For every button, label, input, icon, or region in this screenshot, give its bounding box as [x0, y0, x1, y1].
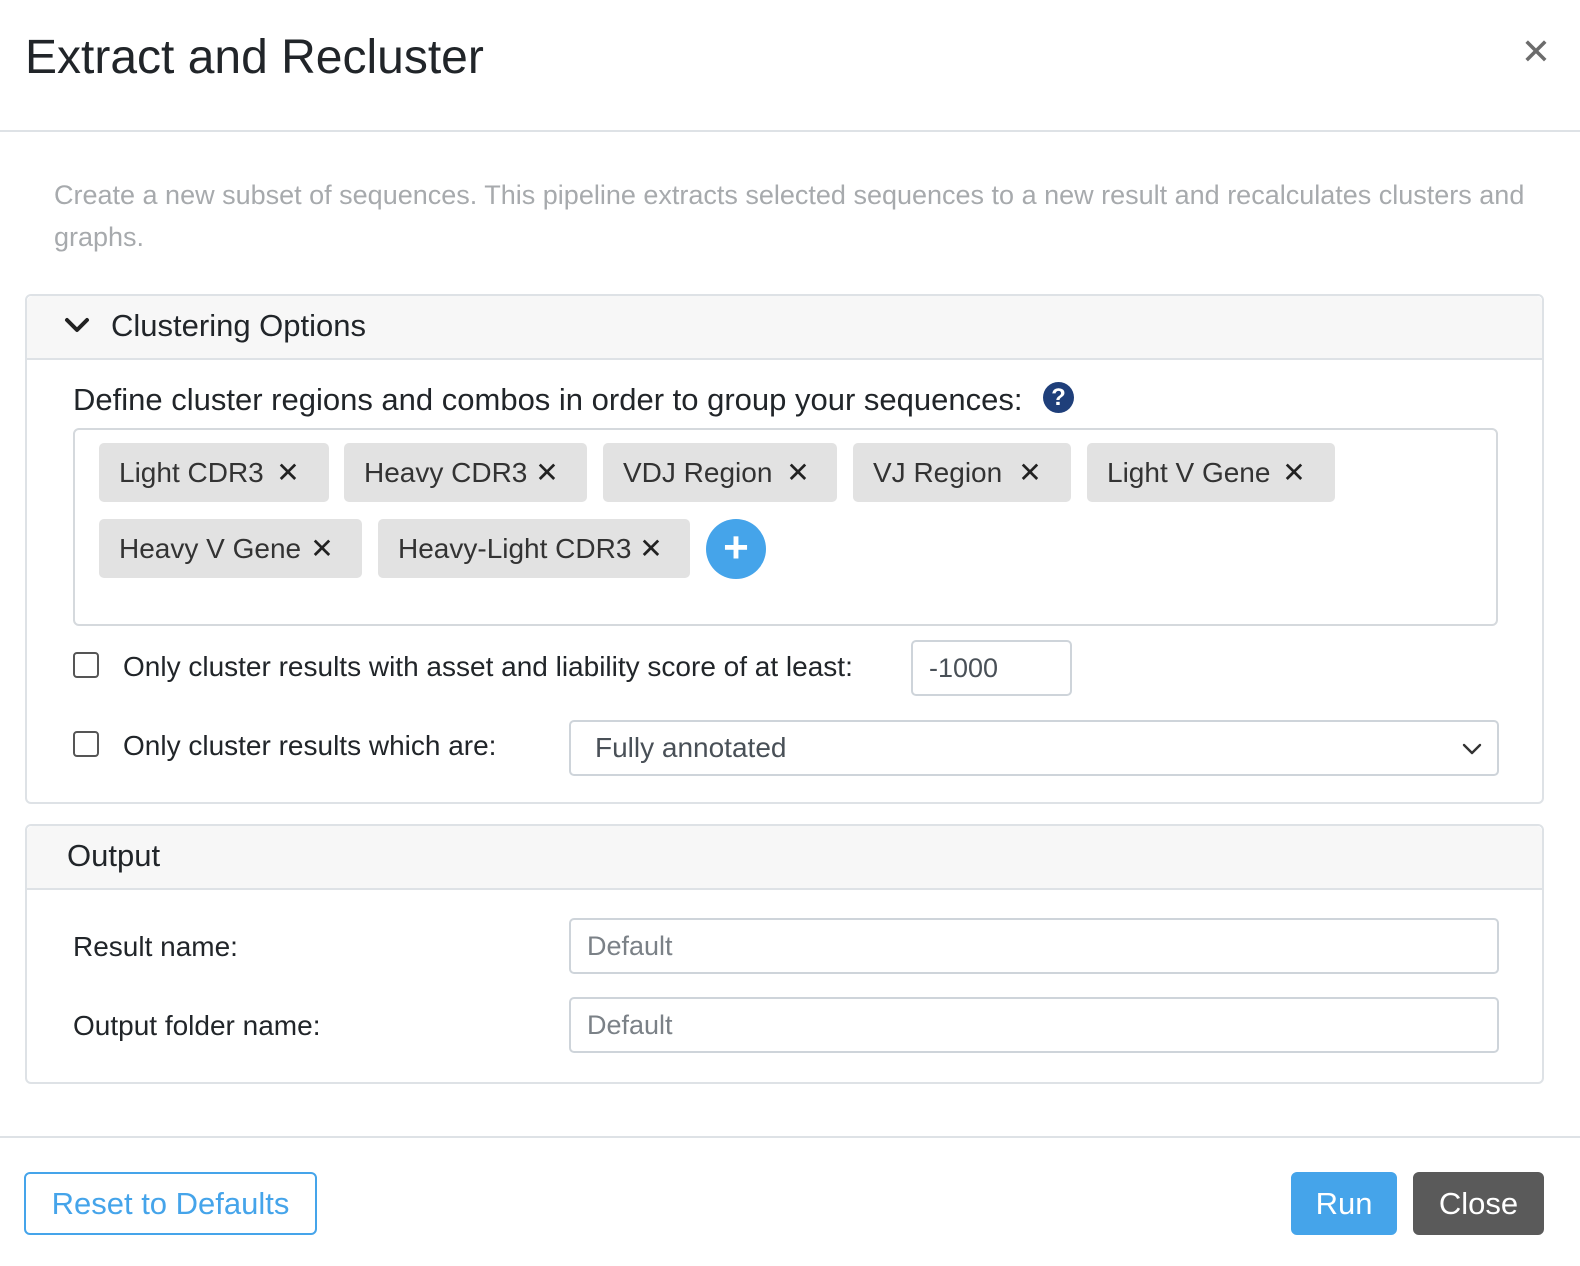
- chevron-down-icon: [1462, 743, 1482, 755]
- dialog-description: Create a new subset of sequences. This p…: [54, 180, 1525, 252]
- remove-tag-icon[interactable]: ✕: [1015, 443, 1045, 502]
- score-filter-checkbox[interactable]: [73, 652, 99, 678]
- question-circle-icon[interactable]: ?: [1043, 382, 1074, 413]
- annotation-status-select[interactable]: Fully annotated: [569, 720, 1499, 776]
- tag-label: Light CDR3: [119, 457, 264, 488]
- tag-label: Heavy CDR3: [364, 457, 528, 488]
- output-title: Output: [67, 838, 161, 873]
- tag-heavy-v-gene: Heavy V Gene ✕: [99, 519, 362, 578]
- define-cluster-label: Define cluster regions and combos in ord…: [73, 382, 1023, 417]
- output-folder-input[interactable]: [569, 997, 1499, 1053]
- cluster-tag-box[interactable]: Light CDR3 ✕ Heavy CDR3 ✕ VDJ Region ✕ V…: [73, 428, 1498, 626]
- output-panel: Output Result name: Output folder name:: [25, 824, 1544, 1084]
- close-button[interactable]: Close: [1413, 1172, 1544, 1235]
- reset-to-defaults-button[interactable]: Reset to Defaults: [24, 1172, 317, 1235]
- tag-vdj-region: VDJ Region ✕: [603, 443, 837, 502]
- dialog-title: Extract and Recluster: [25, 31, 484, 84]
- extract-recluster-dialog: Extract and Recluster ✕ Create a new sub…: [0, 0, 1580, 1266]
- close-icon[interactable]: ✕: [1514, 30, 1558, 74]
- result-name-input[interactable]: [569, 918, 1499, 974]
- tag-heavy-cdr3: Heavy CDR3 ✕: [344, 443, 587, 502]
- score-filter-label: Only cluster results with asset and liab…: [123, 651, 853, 682]
- tag-label: VJ Region: [873, 457, 1003, 488]
- tag-heavy-light-cdr3: Heavy-Light CDR3 ✕: [378, 519, 690, 578]
- clustering-options-title: Clustering Options: [111, 308, 367, 343]
- annotation-filter-label: Only cluster results which are:: [123, 730, 497, 761]
- tag-vj-region: VJ Region ✕: [853, 443, 1071, 502]
- tag-label: VDJ Region: [623, 457, 773, 488]
- remove-tag-icon[interactable]: ✕: [532, 443, 562, 502]
- output-folder-label: Output folder name:: [73, 1010, 321, 1041]
- clustering-options-header[interactable]: Clustering Options: [27, 296, 1542, 360]
- dialog-header: Extract and Recluster ✕: [0, 0, 1580, 132]
- output-header: Output: [27, 826, 1542, 890]
- chevron-down-icon[interactable]: [61, 310, 93, 342]
- tag-label: Heavy V Gene: [119, 533, 302, 564]
- dialog-footer: Reset to Defaults Run Close: [0, 1136, 1580, 1266]
- score-threshold-input[interactable]: -1000: [911, 640, 1072, 696]
- tag-label: Heavy-Light CDR3: [398, 533, 632, 564]
- remove-tag-icon[interactable]: ✕: [1279, 443, 1309, 502]
- remove-tag-icon[interactable]: ✕: [636, 519, 666, 578]
- clustering-options-panel: Clustering Options Define cluster region…: [25, 294, 1544, 804]
- tag-light-v-gene: Light V Gene ✕: [1087, 443, 1335, 502]
- add-tag-button[interactable]: +: [706, 519, 766, 579]
- tag-light-cdr3: Light CDR3 ✕: [99, 443, 329, 502]
- run-button[interactable]: Run: [1291, 1172, 1397, 1235]
- remove-tag-icon[interactable]: ✕: [307, 519, 337, 578]
- remove-tag-icon[interactable]: ✕: [783, 443, 813, 502]
- annotation-status-value: Fully annotated: [595, 732, 787, 763]
- result-name-label: Result name:: [73, 931, 238, 962]
- tag-label: Light V Gene: [1107, 457, 1271, 488]
- remove-tag-icon[interactable]: ✕: [273, 443, 303, 502]
- annotation-filter-checkbox[interactable]: [73, 731, 99, 757]
